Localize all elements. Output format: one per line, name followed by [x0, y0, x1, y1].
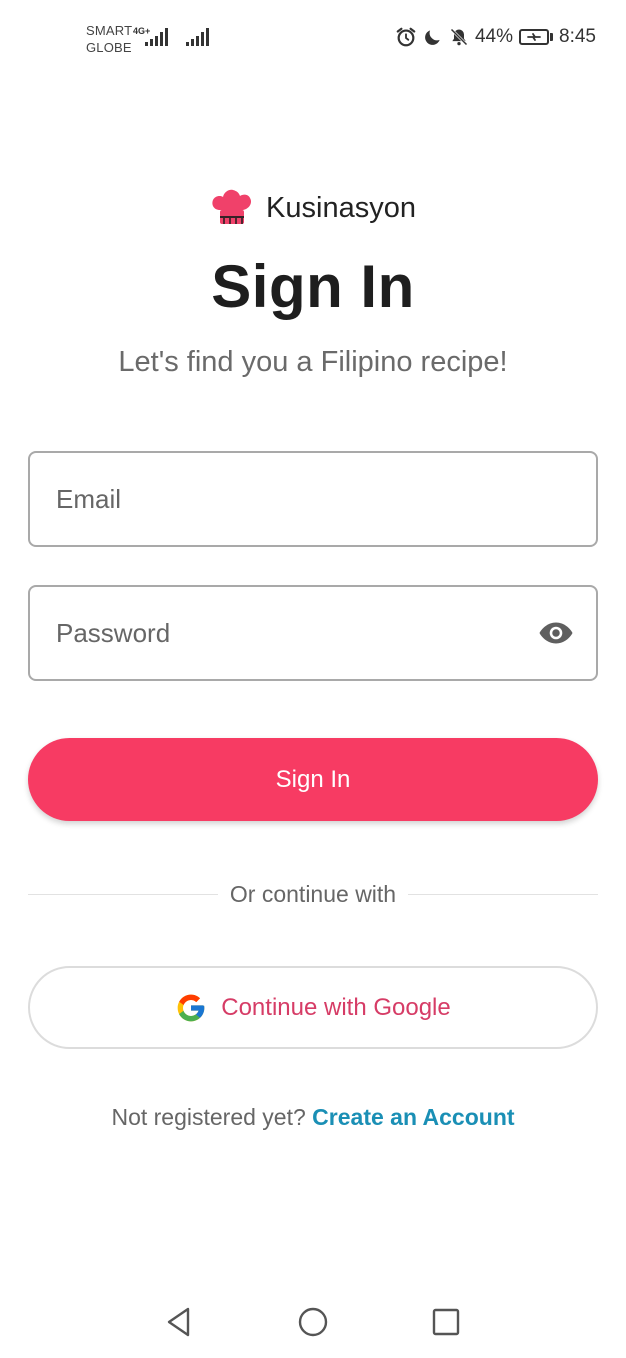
register-prompt: Not registered yet? Create an Account	[0, 1104, 626, 1131]
alarm-icon	[396, 27, 416, 47]
brand-name: Kusinasyon	[266, 191, 416, 224]
divider-label: Or continue with	[229, 880, 397, 907]
eye-icon[interactable]	[538, 618, 574, 648]
page-subtitle: Let's find you a Filipino recipe!	[118, 346, 508, 378]
register-prompt-text: Not registered yet?	[111, 1104, 306, 1130]
carrier-2: GLOBE	[86, 40, 132, 55]
continue-with-google-button[interactable]: Continue with Google	[28, 966, 598, 1049]
recent-apps-icon[interactable]	[428, 1304, 464, 1340]
back-icon[interactable]	[161, 1304, 197, 1340]
page-title: Sign In	[211, 253, 415, 320]
bell-off-icon	[450, 28, 468, 46]
email-field-container	[28, 451, 598, 547]
divider-line	[28, 893, 218, 895]
brand: Kusinasyon	[0, 188, 626, 228]
password-field-container	[28, 585, 598, 681]
system-nav-bar	[0, 1290, 626, 1358]
chef-hat-icon	[212, 189, 252, 224]
password-field[interactable]	[30, 587, 596, 679]
status-icons: 44% 8:45	[395, 26, 596, 48]
email-field[interactable]	[30, 453, 596, 545]
sign-in-button[interactable]: Sign In	[28, 738, 598, 821]
create-account-link[interactable]: Create an Account	[312, 1104, 514, 1130]
google-button-label: Continue with Google	[221, 993, 451, 1021]
carrier-names: SMART GLOBE	[86, 22, 132, 56]
home-icon[interactable]	[295, 1304, 331, 1340]
status-bar: SMART GLOBE 4G+ 44% 8:45	[0, 0, 626, 76]
battery-charging-icon	[519, 29, 554, 45]
signal-strength-icon	[145, 28, 168, 46]
divider: Or continue with	[28, 878, 599, 910]
battery-percent: 44%	[474, 26, 514, 47]
moon-icon	[425, 30, 440, 45]
carrier-1: SMART	[86, 23, 133, 38]
google-icon	[177, 994, 205, 1021]
divider-line	[408, 893, 599, 895]
clock: 8:45	[559, 26, 596, 47]
signal-strength-icon	[186, 28, 209, 46]
